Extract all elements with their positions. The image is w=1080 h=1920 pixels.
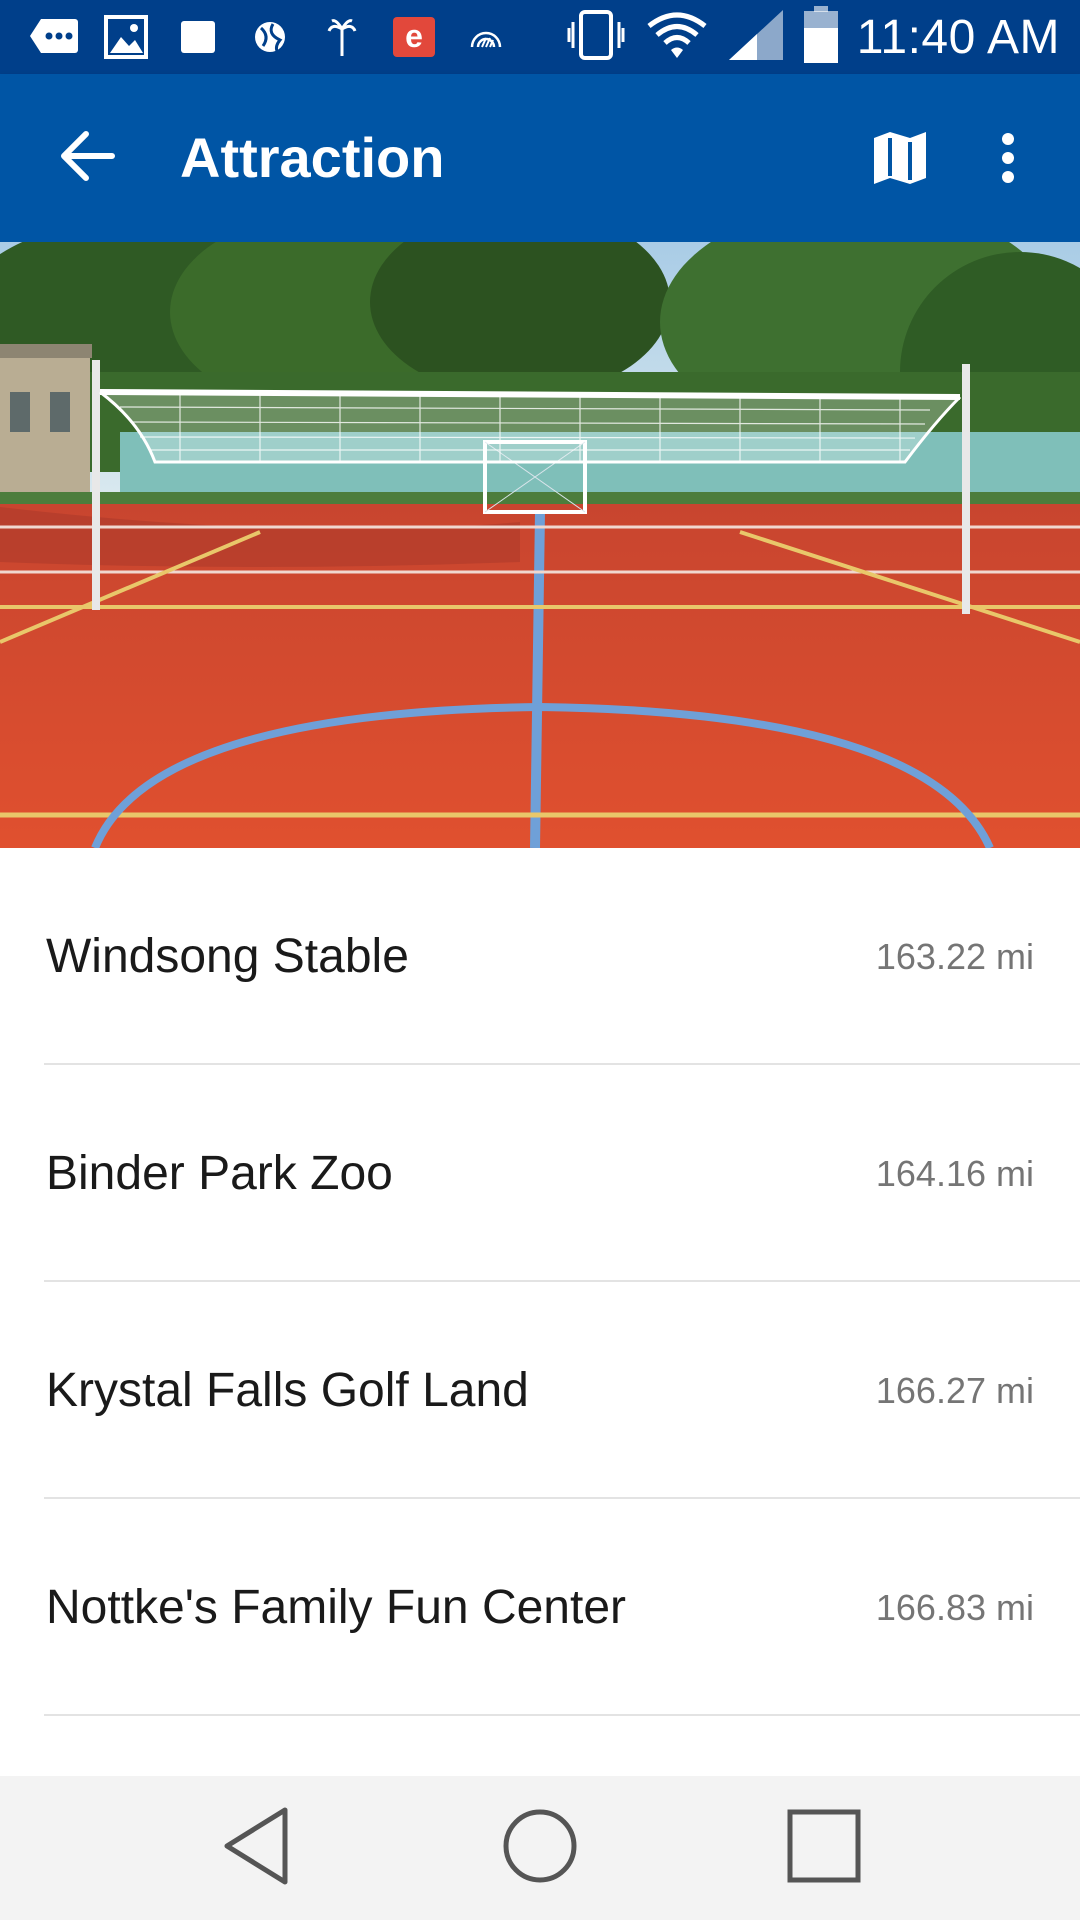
nav-home-button[interactable]	[490, 1798, 590, 1898]
attraction-name: Windsong Stable	[46, 930, 409, 983]
e-app-letter: e	[393, 17, 435, 57]
attraction-list: Windsong Stable 163.22 mi Binder Park Zo…	[0, 848, 1080, 1716]
sports-court-photo	[0, 242, 1080, 848]
globe-icon	[244, 15, 296, 59]
attraction-distance: 163.22 mi	[875, 936, 1034, 977]
arrow-back-icon	[60, 130, 116, 187]
status-time: 11:40 AM	[856, 10, 1060, 64]
image-icon	[100, 15, 152, 59]
message-icon	[28, 15, 80, 59]
attraction-distance: 166.83 mi	[875, 1587, 1034, 1628]
attraction-name: Binder Park Zoo	[46, 1147, 393, 1200]
battery-icon	[803, 5, 839, 69]
list-divider	[44, 1714, 1080, 1716]
status-bar: e 11:40 AM	[0, 0, 1080, 74]
back-button[interactable]	[44, 114, 132, 202]
nav-recents-icon	[787, 1809, 861, 1888]
attraction-distance: 166.27 mi	[875, 1370, 1034, 1411]
vibrate-icon	[567, 8, 627, 67]
list-item[interactable]: Krystal Falls Golf Land 166.27 mi	[0, 1282, 1080, 1499]
list-item[interactable]: Nottke's Family Fun Center 166.83 mi	[0, 1499, 1080, 1716]
hero-image	[0, 242, 1080, 848]
system-status-icons: 11:40 AM	[567, 0, 1060, 74]
nav-back-icon	[221, 1806, 291, 1891]
rainbow-icon	[460, 15, 512, 59]
signal-icon	[727, 8, 785, 67]
palm-tree-icon	[316, 15, 368, 59]
wifi-icon	[645, 10, 709, 65]
more-vert-icon	[1000, 132, 1016, 189]
map-icon	[872, 130, 928, 191]
more-options-button[interactable]	[964, 116, 1052, 204]
attraction-name: Nottke's Family Fun Center	[46, 1581, 627, 1634]
navigation-bar	[0, 1776, 1080, 1920]
nav-back-button[interactable]	[206, 1798, 306, 1898]
nav-recents-button[interactable]	[774, 1798, 874, 1898]
attraction-distance: 164.16 mi	[875, 1153, 1034, 1194]
page-title: Attraction	[180, 126, 445, 189]
nav-home-icon	[502, 1808, 578, 1889]
notification-icons: e	[0, 15, 512, 59]
list-item[interactable]: Binder Park Zoo 164.16 mi	[0, 1065, 1080, 1282]
app-bar: Attraction	[0, 74, 1080, 242]
list-item[interactable]: Windsong Stable 163.22 mi	[0, 848, 1080, 1065]
e-app-icon: e	[388, 15, 440, 59]
attraction-name: Krystal Falls Golf Land	[46, 1364, 529, 1417]
map-button[interactable]	[856, 116, 944, 204]
square-app-icon	[172, 15, 224, 59]
